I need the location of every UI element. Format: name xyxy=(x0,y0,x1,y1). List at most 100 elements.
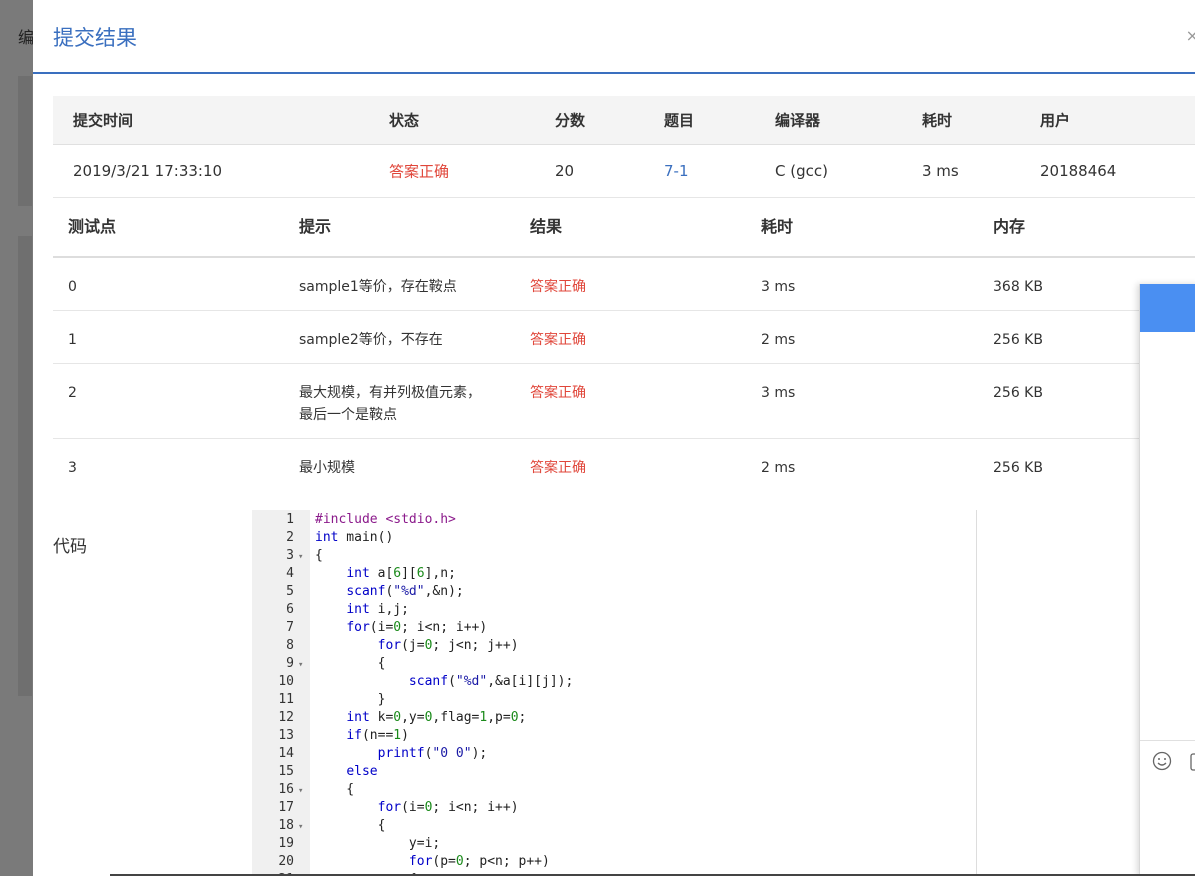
code-line: int a[6][6],n; xyxy=(346,566,456,581)
test-cases-table: 测试点 提示 结果 耗时 内存 0 sample1等价，存在鞍点 答案正确 3 … xyxy=(53,200,1195,491)
test-hint-line2: 最后一个是鞍点 xyxy=(299,407,397,423)
code-line: for(i=0; i<n; i++) xyxy=(346,620,488,635)
header-elapsed: 耗时 xyxy=(922,111,953,130)
summary-row: 2019/3/21 17:33:10 答案正确 20 7-1 C (gcc) 3… xyxy=(53,145,1195,198)
image-icon[interactable] xyxy=(1190,753,1195,775)
chat-header-bar[interactable] xyxy=(1140,284,1195,332)
test-result: 答案正确 xyxy=(530,332,586,348)
code-line: y=i; xyxy=(315,836,441,851)
header-compiler: 编译器 xyxy=(775,111,821,130)
line-number: 10 xyxy=(278,674,294,689)
elapsed-value: 3 ms xyxy=(922,162,959,180)
line-number: 11 xyxy=(278,692,294,707)
code-viewer[interactable]: 1 #include <stdio.h> 2 int main() 3 ▾ {4 int a… xyxy=(252,510,977,876)
header-result: 结果 xyxy=(530,217,563,236)
line-number: 16 xyxy=(278,782,294,797)
header-status: 状态 xyxy=(389,111,420,130)
test-row: 3 最小规模 答案正确 2 ms 256 KB xyxy=(53,439,1195,491)
line-number: 13 xyxy=(278,728,294,743)
test-row: 1 sample2等价，不存在 答案正确 2 ms 256 KB xyxy=(53,311,1195,364)
code-line: { xyxy=(315,656,386,671)
test-memory: 256 KB xyxy=(993,460,1043,476)
test-memory: 256 KB xyxy=(993,332,1043,348)
test-result: 答案正确 xyxy=(530,385,586,401)
header-user: 用户 xyxy=(1040,111,1071,130)
test-id: 0 xyxy=(68,279,77,295)
code-line: printf("0 0"); xyxy=(377,746,488,761)
code-line: { xyxy=(315,782,355,797)
header-test-point: 测试点 xyxy=(68,217,117,236)
backdrop-strip xyxy=(18,236,32,696)
code-line: for(i=0; i<n; i++) xyxy=(377,800,519,815)
submit-time: 2019/3/21 17:33:10 xyxy=(73,162,223,180)
code-line: } xyxy=(315,692,386,707)
line-number: 2 xyxy=(286,530,294,545)
test-memory: 256 KB xyxy=(993,385,1043,401)
test-hint-line1: 最大规模，有并列极值元素， xyxy=(299,385,481,401)
compiler-value: C (gcc) xyxy=(775,162,828,180)
code-line: #include <stdio.h> xyxy=(315,512,456,527)
line-number: 14 xyxy=(278,746,294,761)
chat-panel[interactable] xyxy=(1139,284,1195,876)
code-line: else xyxy=(346,764,378,779)
close-icon[interactable]: × xyxy=(1186,26,1195,45)
code-line: int i,j; xyxy=(346,602,409,617)
fold-arrow-icon[interactable]: ▾ xyxy=(298,818,303,836)
header-memory: 内存 xyxy=(993,217,1026,236)
code-line: scanf("%d",&n); xyxy=(346,584,464,599)
modal-header: 提交结果 × xyxy=(33,0,1195,74)
test-row: 0 sample1等价，存在鞍点 答案正确 3 ms 368 KB xyxy=(53,258,1195,311)
backdrop-strip xyxy=(18,76,32,206)
header-hint: 提示 xyxy=(299,217,332,236)
chat-toolbar xyxy=(1140,740,1195,781)
code-line: if(n==1) xyxy=(346,728,409,743)
test-id: 3 xyxy=(68,460,77,476)
line-number: 15 xyxy=(278,764,294,779)
status-badge: 答案正确 xyxy=(389,162,450,181)
line-number: 20 xyxy=(278,854,294,869)
test-time: 2 ms xyxy=(761,460,796,476)
fold-arrow-icon[interactable]: ▾ xyxy=(298,656,303,674)
code-line: for(p=0; p<n; p++) xyxy=(408,854,550,869)
code-line: int main() xyxy=(315,530,394,545)
line-number: 5 xyxy=(286,584,294,599)
test-time: 3 ms xyxy=(761,279,796,295)
header-time: 耗时 xyxy=(761,217,794,236)
line-number: 7 xyxy=(286,620,294,635)
line-number: 19 xyxy=(278,836,294,851)
line-number: 17 xyxy=(278,800,294,815)
code-line: scanf("%d",&a[i][j]); xyxy=(408,674,574,689)
tests-header-row: 测试点 提示 结果 耗时 内存 xyxy=(53,200,1195,258)
submission-result-modal: 提交结果 × 提交时间 状态 分数 题目 编译器 耗时 用户 2019/3/21… xyxy=(33,0,1195,876)
code-line: int k=0,y=0,flag=1,p=0; xyxy=(346,710,527,725)
code-line: { xyxy=(315,818,386,833)
code-line: { xyxy=(315,548,323,563)
line-number: 12 xyxy=(278,710,294,725)
line-number: 8 xyxy=(286,638,294,653)
test-hint: sample1等价，存在鞍点 xyxy=(299,279,457,295)
test-hint: 最大规模，有并列极值元素， 最后一个是鞍点 xyxy=(299,382,481,426)
line-number: 4 xyxy=(286,566,294,581)
test-time: 2 ms xyxy=(761,332,796,348)
line-number: 9 xyxy=(286,656,294,671)
problem-link[interactable]: 7-1 xyxy=(664,162,689,180)
submission-summary-table: 提交时间 状态 分数 题目 编译器 耗时 用户 2019/3/21 17:33:… xyxy=(53,96,1195,198)
summary-header-row: 提交时间 状态 分数 题目 编译器 耗时 用户 xyxy=(53,96,1195,145)
line-number: 18 xyxy=(278,818,294,833)
line-number: 6 xyxy=(286,602,294,617)
code-line: for(j=0; j<n; j++) xyxy=(377,638,519,653)
line-number: 3 xyxy=(286,548,294,563)
modal-title: 提交结果 xyxy=(53,26,137,50)
code-label: 代码 xyxy=(53,537,87,557)
score-value: 20 xyxy=(555,162,575,180)
user-value: 20188464 xyxy=(1040,162,1117,180)
smile-icon[interactable] xyxy=(1152,751,1172,775)
fold-arrow-icon[interactable]: ▾ xyxy=(298,548,303,566)
header-problem: 题目 xyxy=(664,111,695,130)
line-number: 1 xyxy=(286,512,294,527)
test-memory: 368 KB xyxy=(993,279,1043,295)
test-time: 3 ms xyxy=(761,385,796,401)
test-id: 1 xyxy=(68,332,77,348)
fold-arrow-icon[interactable]: ▾ xyxy=(298,782,303,800)
test-result: 答案正确 xyxy=(530,279,586,295)
